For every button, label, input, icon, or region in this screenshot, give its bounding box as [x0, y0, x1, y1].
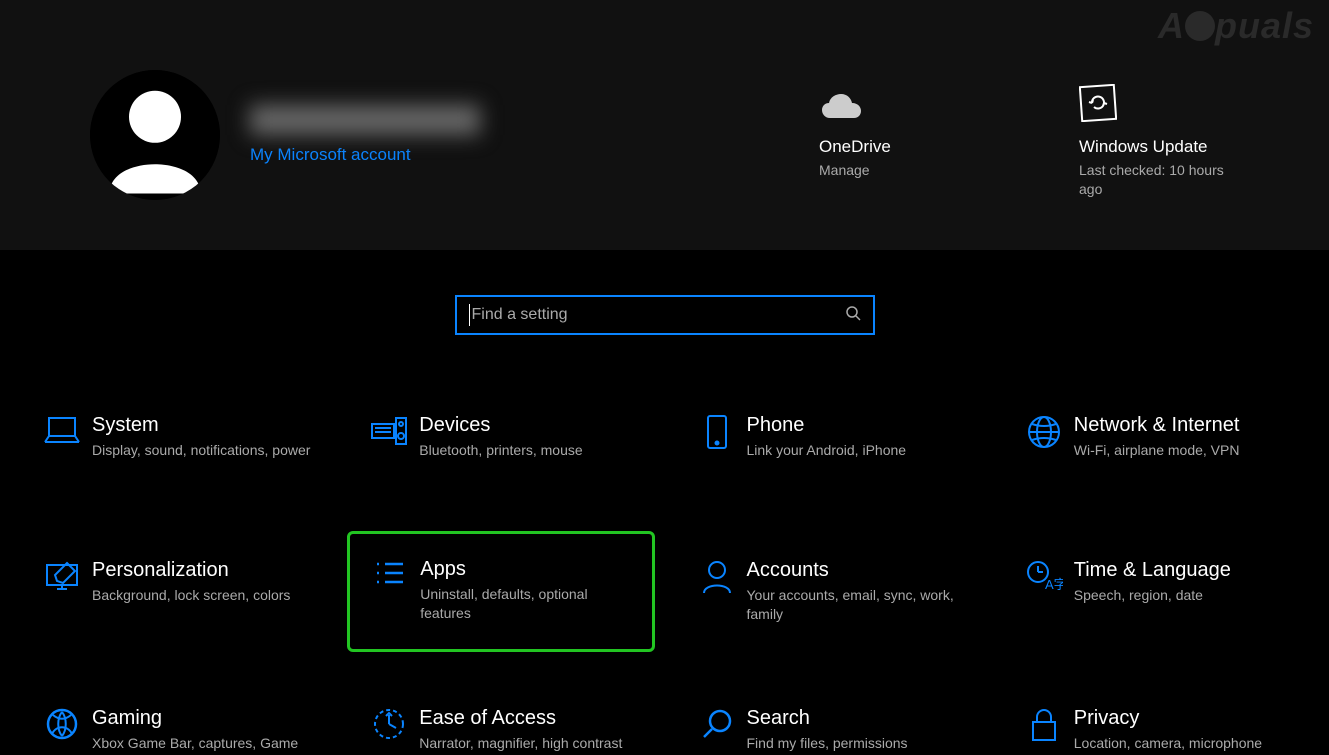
category-desc: Narrator, magnifier, high contrast	[419, 734, 639, 753]
keyboard-speaker-icon	[359, 414, 419, 448]
my-microsoft-account-link[interactable]: My Microsoft account	[250, 145, 480, 165]
category-phone[interactable]: Phone Link your Android, iPhone	[675, 400, 982, 490]
category-title: Phone	[747, 414, 970, 437]
magnifier-icon	[687, 707, 747, 741]
category-title: Time & Language	[1074, 559, 1297, 582]
category-ease-of-access[interactable]: Ease of Access Narrator, magnifier, high…	[347, 693, 654, 755]
person-icon	[90, 70, 220, 200]
update-status: Last checked: 10 hours ago	[1079, 161, 1239, 197]
search-input[interactable]	[472, 306, 845, 324]
svg-text:A字: A字	[1045, 577, 1063, 592]
user-avatar[interactable]	[90, 70, 220, 200]
globe-icon	[1014, 414, 1074, 450]
category-desc: Xbox Game Bar, captures, Game Mode	[92, 734, 312, 755]
category-desc: Uninstall, defaults, optional features	[420, 585, 640, 623]
category-desc: Wi-Fi, airplane mode, VPN	[1074, 441, 1294, 460]
category-title: Accounts	[747, 559, 970, 582]
cloud-icon	[819, 72, 864, 122]
category-title: Devices	[419, 414, 642, 437]
category-desc: Find my files, permissions	[747, 734, 967, 753]
category-desc: Display, sound, notifications, power	[92, 441, 312, 460]
search-settings-box[interactable]	[455, 295, 875, 335]
update-title: Windows Update	[1079, 137, 1208, 157]
onedrive-title: OneDrive	[819, 137, 891, 157]
category-accounts[interactable]: Accounts Your accounts, email, sync, wor…	[675, 545, 982, 638]
category-privacy[interactable]: Privacy Location, camera, microphone	[1002, 693, 1309, 755]
lock-icon	[1014, 707, 1074, 743]
category-desc: Background, lock screen, colors	[92, 586, 312, 605]
category-desc: Link your Android, iPhone	[747, 441, 967, 460]
category-personalization[interactable]: Personalization Background, lock screen,…	[20, 545, 327, 638]
text-caret	[469, 304, 470, 326]
update-icon	[1079, 72, 1117, 122]
windows-update-tile[interactable]: Windows Update Last checked: 10 hours ag…	[1079, 72, 1239, 197]
ease-of-access-icon	[359, 707, 419, 741]
account-name-redacted	[250, 105, 480, 135]
category-title: System	[92, 414, 315, 437]
settings-header: My Microsoft account OneDrive Manage Win…	[0, 0, 1329, 250]
category-title: Gaming	[92, 707, 315, 730]
onedrive-status: Manage	[819, 161, 870, 179]
person-outline-icon	[687, 559, 747, 595]
search-icon	[845, 305, 861, 326]
clock-language-icon: A字	[1014, 559, 1074, 593]
category-title: Network & Internet	[1074, 414, 1297, 437]
category-desc: Speech, region, date	[1074, 586, 1294, 605]
category-desc: Your accounts, email, sync, work, family	[747, 586, 967, 624]
onedrive-tile[interactable]: OneDrive Manage	[819, 72, 979, 197]
category-desc: Location, camera, microphone	[1074, 734, 1294, 753]
category-title: Personalization	[92, 559, 315, 582]
paint-monitor-icon	[32, 559, 92, 593]
phone-icon	[687, 414, 747, 450]
category-title: Apps	[420, 558, 641, 581]
category-gaming[interactable]: Gaming Xbox Game Bar, captures, Game Mod…	[20, 693, 327, 755]
category-title: Privacy	[1074, 707, 1297, 730]
list-icon	[360, 558, 420, 588]
category-devices[interactable]: Devices Bluetooth, printers, mouse	[347, 400, 654, 490]
xbox-icon	[32, 707, 92, 741]
category-time-language[interactable]: A字 Time & Language Speech, region, date	[1002, 545, 1309, 638]
category-network[interactable]: Network & Internet Wi-Fi, airplane mode,…	[1002, 400, 1309, 490]
category-title: Search	[747, 707, 970, 730]
category-desc: Bluetooth, printers, mouse	[419, 441, 639, 460]
category-search[interactable]: Search Find my files, permissions	[675, 693, 982, 755]
category-system[interactable]: System Display, sound, notifications, po…	[20, 400, 327, 490]
settings-categories-grid: System Display, sound, notifications, po…	[0, 370, 1329, 755]
category-apps[interactable]: Apps Uninstall, defaults, optional featu…	[347, 531, 654, 652]
watermark-logo: Apuals	[1158, 5, 1314, 47]
category-title: Ease of Access	[419, 707, 642, 730]
laptop-icon	[32, 414, 92, 446]
